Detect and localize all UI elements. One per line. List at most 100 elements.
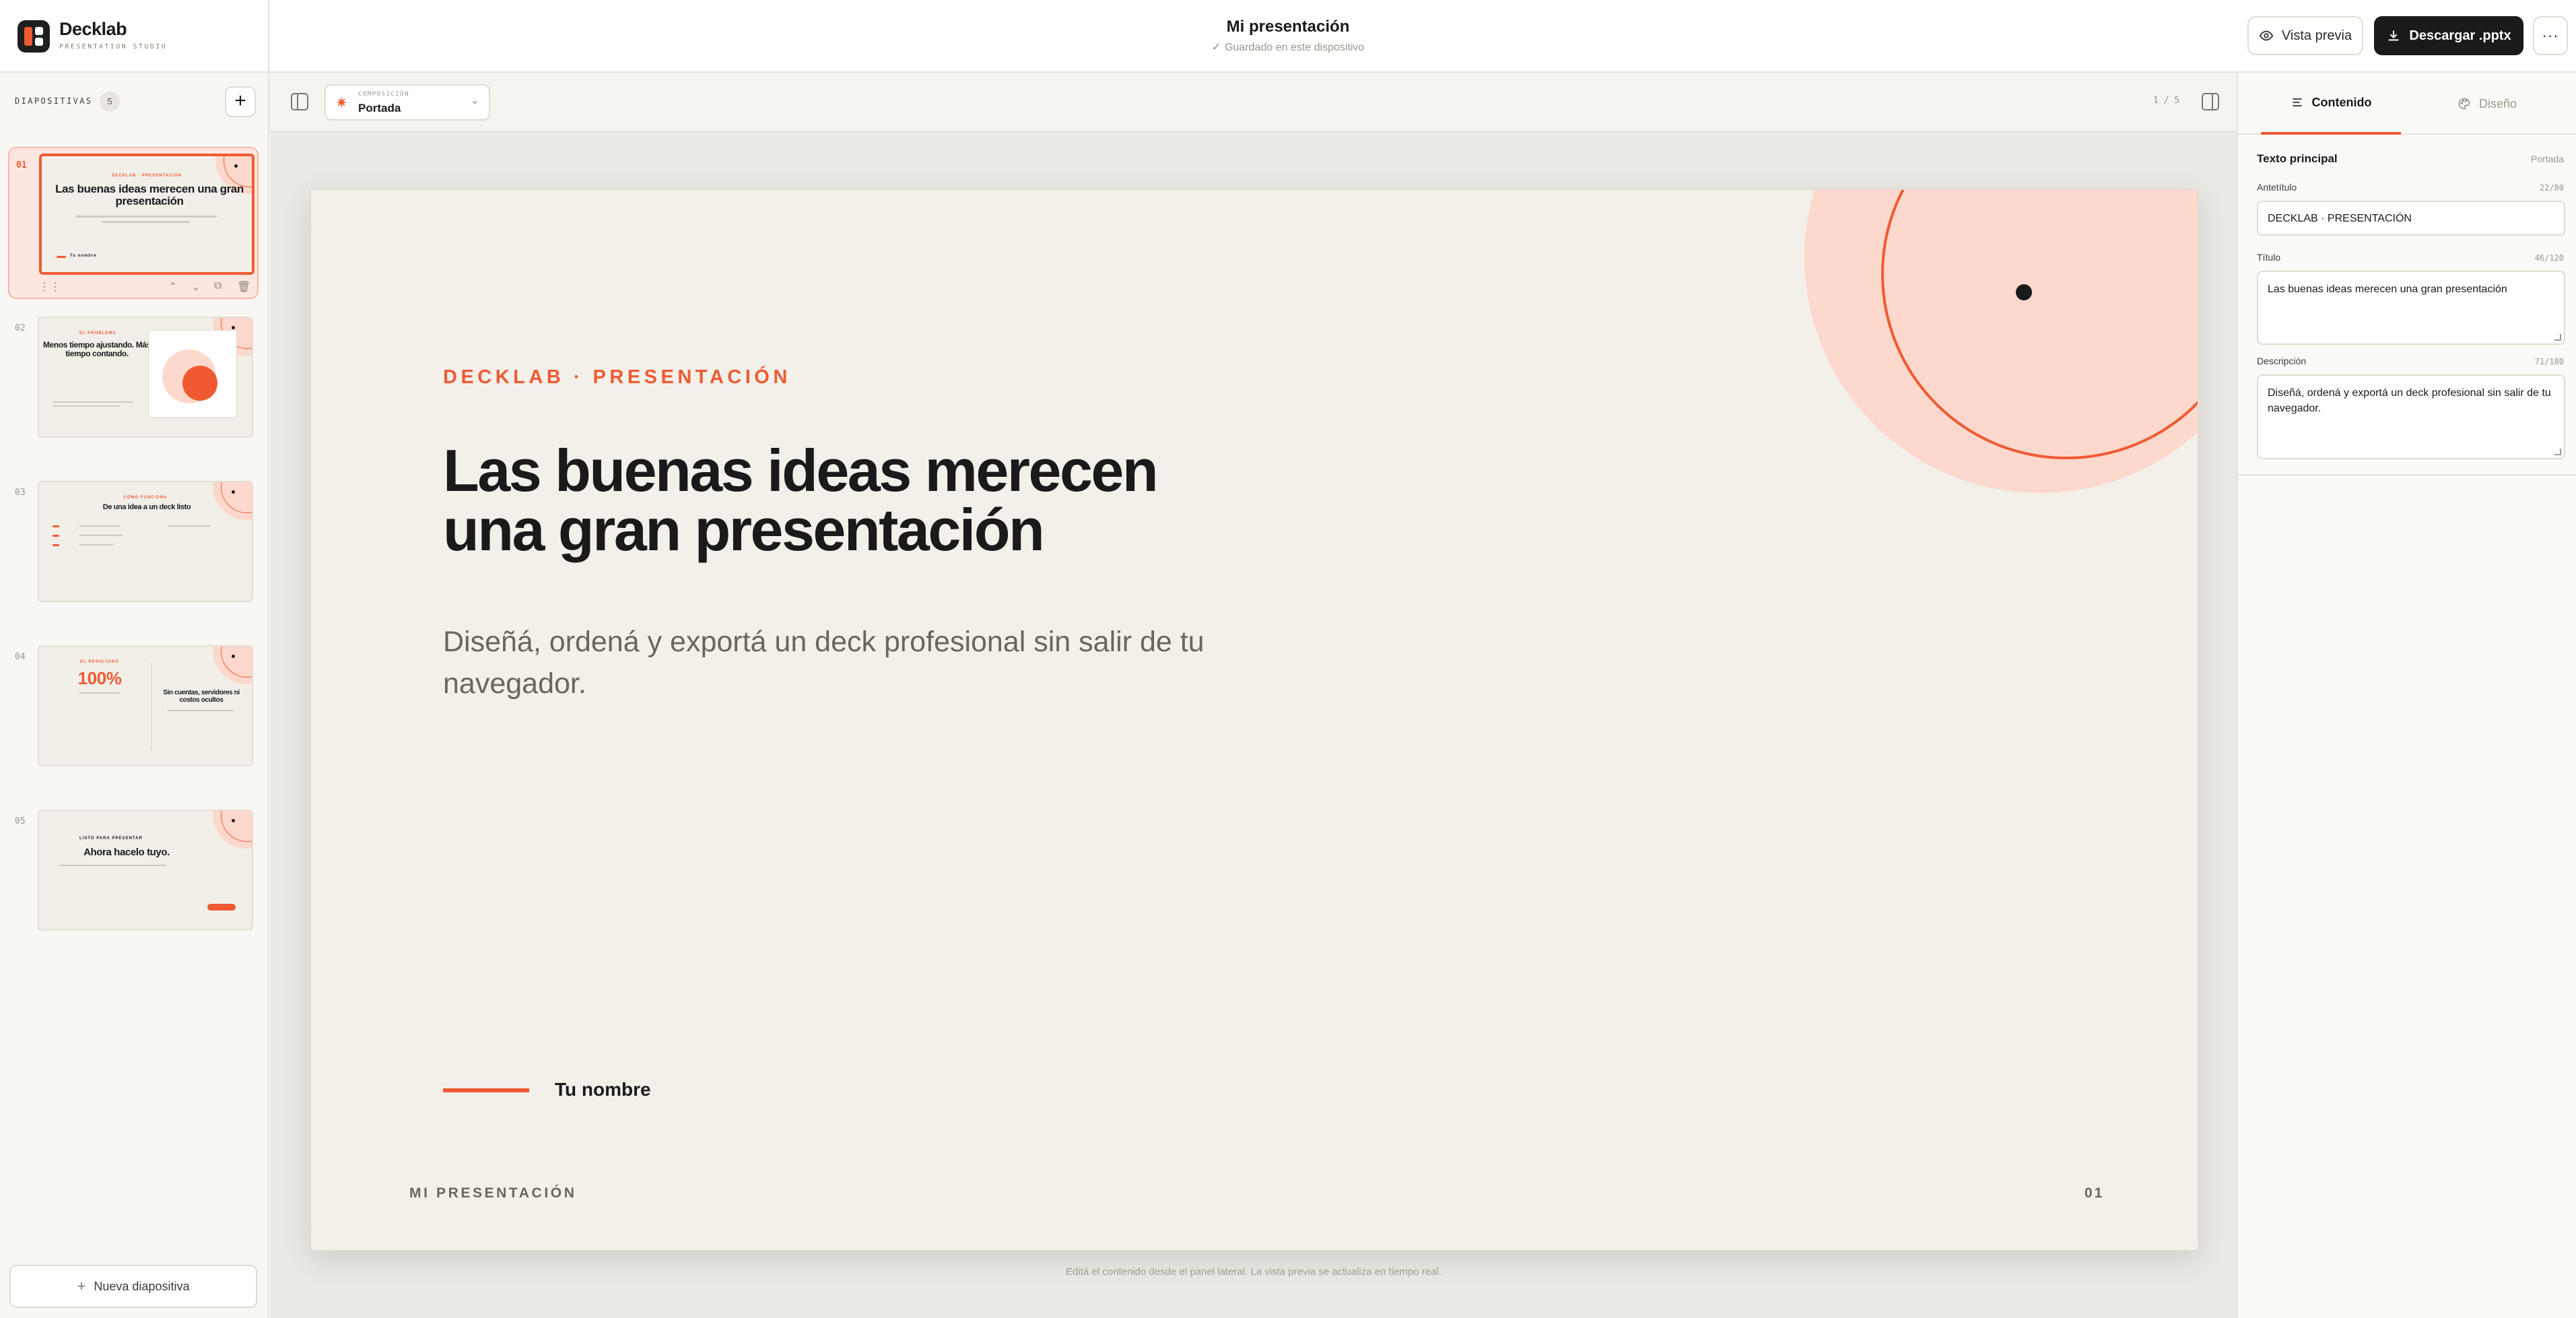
thumb-kicker: DECKLAB · PRESENTACIÓN [112, 174, 182, 178]
slide-number: 03 [15, 488, 26, 498]
canvas-area: ✷ COMPOSICIÓN Portada ⌄ 1 / 5 DECKLAB · … [271, 73, 2237, 1318]
move-up-icon[interactable]: ⌃ [168, 280, 177, 294]
decklab-logo-icon [18, 20, 50, 53]
add-slide-button[interactable]: + [225, 86, 256, 117]
save-status-text: Guardado en este dispositivo [1225, 42, 1365, 53]
section-title: Texto principal [2257, 152, 2338, 165]
move-down-icon[interactable]: ⌄ [191, 280, 200, 294]
canvas-toolbar: ✷ COMPOSICIÓN Portada ⌄ 1 / 5 [271, 73, 2237, 132]
thumb-title: Sin cuentas, servidores ni costos oculto… [163, 689, 240, 704]
field-label-description: Descripción [2257, 356, 2307, 366]
preview-button-label: Vista previa [2281, 28, 2352, 43]
slide-page-number: 01 [2084, 1185, 2105, 1201]
slide-list-item[interactable]: 03 CÓMO FUNCIONA De una idea a un deck l… [8, 475, 259, 628]
palette-icon [2458, 98, 2470, 110]
eye-icon [2259, 30, 2274, 41]
slide-thumbnail[interactable]: LISTO PARA PRESENTAR Ahora hacelo tuyo. [38, 810, 253, 931]
thumb-kicker: EL RESULTADO [80, 660, 119, 664]
field-label-title: Título [2257, 252, 2281, 263]
tab-content-label: Contenido [2311, 95, 2372, 109]
field-count-description: 71/180 [2534, 357, 2564, 366]
description-textarea-value: Diseñá, ordená y exportá un deck profesi… [2268, 387, 2551, 415]
slide-list-item[interactable]: 01 DECKLAB · PRESENTACIÓN Las buenas ide… [8, 147, 259, 299]
field-label-kicker: Antetítulo [2257, 182, 2297, 193]
slide-number: 01 [16, 160, 27, 170]
page-counter: 1 / 5 [2153, 96, 2180, 106]
panel-left-icon[interactable] [291, 93, 308, 110]
tab-content[interactable]: Contenido [2261, 73, 2401, 135]
save-status: ✓ Guardado en este dispositivo [1120, 40, 1456, 54]
thumb-title: De una idea a un deck listo [102, 503, 191, 511]
document-title[interactable]: Mi presentación [1153, 18, 1423, 36]
properties-panel: Contenido Diseño Texto principal Portada… [2237, 73, 2576, 1318]
slide-thumbnail[interactable]: EL PROBLEMA Menos tiempo ajustando. Más … [38, 317, 253, 438]
thumb-title: Ahora hacelo tuyo. [83, 847, 170, 858]
thumb-stat: 100% [77, 668, 122, 688]
canvas-hint: Editá el contenido desde el panel latera… [1066, 1266, 1442, 1278]
thumb-title: Menos tiempo ajustando. Más tiempo conta… [43, 340, 151, 358]
description-textarea[interactable]: Diseñá, ordená y exportá un deck profesi… [2257, 374, 2565, 459]
thumb-author: Tu nombre [70, 254, 97, 258]
layout-value: Portada [358, 102, 401, 114]
slide-list-item[interactable]: 04 EL RESULTADO 100% Sin cuentas, servid… [8, 640, 259, 792]
preview-button[interactable]: Vista previa [2247, 16, 2363, 55]
slide-title[interactable]: Las buenas ideas merecen una gran presen… [443, 441, 1251, 560]
resize-handle-icon[interactable] [2554, 449, 2561, 455]
brand-subtitle: PRESENTATION STUDIO [59, 43, 167, 51]
brand-name: Decklab [59, 19, 127, 39]
slide-thumbnail[interactable]: DECKLAB · PRESENTACIÓN Las buenas ideas … [39, 154, 255, 275]
field-count-kicker: 22/80 [2539, 183, 2564, 193]
panel-tabs: Contenido Diseño [2238, 73, 2576, 135]
chevron-down-icon: ⌄ [470, 95, 479, 106]
field-count-title: 46/120 [2534, 253, 2564, 263]
slide-list-item[interactable]: 05 LISTO PARA PRESENTAR Ahora hacelo tuy… [8, 804, 259, 956]
slide-author[interactable]: Tu nombre [555, 1079, 651, 1100]
thumb-kicker: EL PROBLEMA [79, 331, 116, 335]
sparkle-icon: ✷ [335, 94, 348, 111]
slide-number: 05 [15, 816, 26, 826]
slide-list-item[interactable]: 02 EL PROBLEMA Menos tiempo ajustando. M… [8, 311, 259, 463]
panel-right-icon[interactable] [2202, 93, 2219, 110]
thumb-kicker: LISTO PARA PRESENTAR [79, 836, 143, 841]
tab-design[interactable]: Diseño [2417, 73, 2557, 135]
slide-canvas[interactable]: DECKLAB · PRESENTACIÓN Las buenas ideas … [310, 189, 2199, 1251]
text-lines-icon [2292, 98, 2302, 106]
drag-handle-icon[interactable]: ⋮⋮ [39, 280, 61, 294]
title-textarea[interactable]: Las buenas ideas merecen una gran presen… [2257, 271, 2565, 345]
duplicate-icon[interactable]: ⧉ [214, 280, 222, 292]
download-icon [2389, 30, 2399, 41]
section-tag: Portada [2530, 154, 2564, 164]
slide-thumbnail[interactable]: EL RESULTADO 100% Sin cuentas, servidore… [38, 645, 253, 766]
slide-item-tools: ⋮⋮ ⌃ ⌄ ⧉ 🗑 [39, 280, 255, 295]
thumb-title: Las buenas ideas merecen una gran presen… [55, 183, 244, 207]
kicker-input[interactable]: DECKLAB · PRESENTACIÓN [2257, 201, 2565, 236]
panel-divider [2238, 474, 2576, 475]
slide-thumbnail[interactable]: CÓMO FUNCIONA De una idea a un deck list… [38, 481, 253, 602]
new-slide-button[interactable]: + Nueva diapositiva [9, 1265, 257, 1308]
brand: Decklab PRESENTATION STUDIO [0, 0, 269, 73]
new-slide-label: Nueva diapositiva [94, 1279, 190, 1293]
download-button-label: Descargar .pptx [2409, 28, 2511, 43]
tab-design-label: Diseño [2478, 96, 2517, 110]
slides-label: DIAPOSITIVAS [15, 96, 93, 106]
slide-description[interactable]: Diseñá, ordená y exportá un deck profesi… [443, 621, 1285, 705]
plus-icon: + [234, 90, 246, 112]
check-icon: ✓ [1211, 42, 1221, 53]
layout-caption: COMPOSICIÓN [358, 91, 410, 98]
author-accent-line [443, 1088, 529, 1092]
slide-kicker[interactable]: DECKLAB · PRESENTACIÓN [443, 366, 791, 389]
download-pptx-button[interactable]: Descargar .pptx [2374, 16, 2523, 55]
slide-number: 02 [15, 323, 26, 333]
slides-sidebar: DIAPOSITIVAS 5 + 01 DECKLAB · PRESENTACI… [0, 73, 269, 1318]
layout-select[interactable]: ✷ COMPOSICIÓN Portada ⌄ [325, 84, 490, 121]
top-bar: Decklab PRESENTATION STUDIO Mi presentac… [0, 0, 2576, 73]
slide-number: 04 [15, 652, 26, 662]
plus-icon: + [77, 1278, 86, 1294]
thumb-kicker: CÓMO FUNCIONA [123, 496, 168, 500]
slides-count-badge: 5 [100, 92, 120, 112]
trash-icon[interactable]: 🗑 [237, 280, 250, 294]
decor-dot [2016, 284, 2032, 300]
slide-footer: MI PRESENTACIÓN [409, 1185, 577, 1201]
resize-handle-icon[interactable] [2554, 334, 2561, 341]
more-options-button[interactable]: ··· [2533, 16, 2568, 55]
